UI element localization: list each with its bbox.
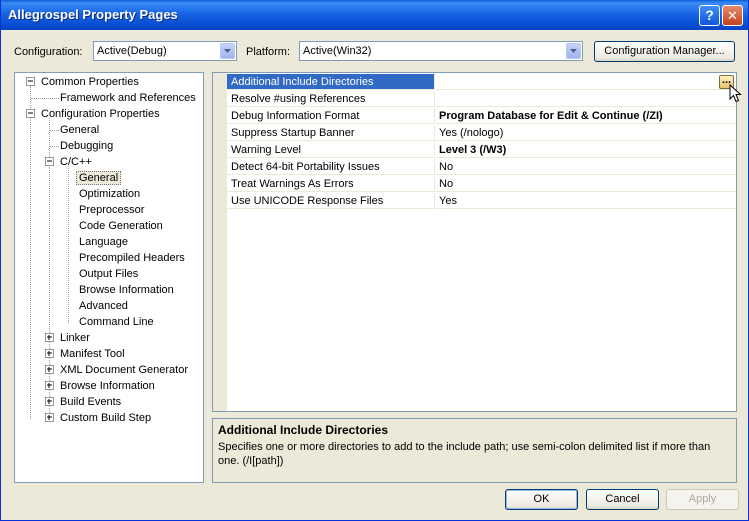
property-row-additional-include-directories[interactable]: Additional Include Directories	[227, 74, 736, 91]
tree-item-common-properties[interactable]: Common Properties	[39, 74, 141, 90]
description-title: Additional Include Directories	[218, 423, 389, 437]
property-name: Detect 64-bit Portability Issues	[227, 159, 435, 175]
property-row-treat-warnings-as-errors[interactable]: Treat Warnings As Errors No	[227, 176, 736, 193]
tree-item-browse-information-2[interactable]: Browse Information	[58, 378, 157, 394]
property-name: Treat Warnings As Errors	[227, 176, 435, 192]
chevron-down-icon[interactable]	[566, 43, 581, 59]
mouse-cursor-icon	[729, 84, 742, 103]
grid-margin	[213, 73, 227, 411]
window-title: Allegrospel Property Pages	[8, 7, 178, 22]
tree-item-build-events[interactable]: Build Events	[58, 394, 123, 410]
description-text: Specifies one or more directories to add…	[218, 441, 711, 467]
collapse-icon[interactable]	[26, 77, 35, 86]
platform-label: Platform:	[246, 46, 291, 58]
tree-item-configuration-properties[interactable]: Configuration Properties	[39, 106, 162, 122]
property-pages-window: Allegrospel Property Pages ? ✕ Configura…	[0, 0, 749, 521]
tree-item-code-generation[interactable]: Code Generation	[77, 218, 165, 234]
property-row-warning-level[interactable]: Warning Level Level 3 (/W3)	[227, 142, 736, 159]
expand-icon[interactable]	[45, 349, 54, 358]
property-tree[interactable]: Common Properties Framework and Referenc…	[14, 72, 204, 483]
description-panel: Additional Include Directories Specifies…	[212, 418, 737, 483]
property-value[interactable]	[436, 74, 736, 90]
collapse-icon[interactable]	[26, 109, 35, 118]
property-row-detect-64bit-portability[interactable]: Detect 64-bit Portability Issues No	[227, 159, 736, 176]
property-row-debug-information-format[interactable]: Debug Information Format Program Databas…	[227, 108, 736, 125]
tree-item-optimization[interactable]: Optimization	[77, 186, 142, 202]
expand-icon[interactable]	[45, 333, 54, 342]
configuration-value: Active(Debug)	[97, 45, 167, 57]
property-value[interactable]	[436, 91, 736, 107]
tree-item-command-line[interactable]: Command Line	[77, 314, 156, 330]
property-name: Resolve #using References	[227, 91, 435, 107]
tree-item-general[interactable]: General	[58, 122, 101, 138]
property-name: Warning Level	[227, 142, 435, 158]
tree-item-framework-references[interactable]: Framework and References	[58, 90, 198, 106]
tree-connector	[68, 166, 69, 323]
property-value[interactable]: Yes (/nologo)	[436, 125, 736, 141]
expand-icon[interactable]	[45, 381, 54, 390]
property-grid[interactable]: Additional Include Directories Resolve #…	[212, 72, 737, 412]
tree-item-xml-document-generator[interactable]: XML Document Generator	[58, 362, 190, 378]
apply-button[interactable]: Apply	[666, 489, 739, 510]
help-button[interactable]: ?	[699, 5, 720, 26]
property-row-suppress-startup-banner[interactable]: Suppress Startup Banner Yes (/nologo)	[227, 125, 736, 142]
tree-item-debugging[interactable]: Debugging	[58, 138, 115, 154]
tree-item-preprocessor[interactable]: Preprocessor	[77, 202, 146, 218]
expand-icon[interactable]	[45, 413, 54, 422]
tree-item-custom-build-step[interactable]: Custom Build Step	[58, 410, 153, 426]
property-value[interactable]: No	[436, 176, 736, 192]
tree-item-advanced[interactable]: Advanced	[77, 298, 130, 314]
property-name: Use UNICODE Response Files	[227, 193, 435, 209]
close-button[interactable]: ✕	[722, 5, 743, 26]
tree-connector	[31, 98, 59, 99]
property-name: Debug Information Format	[227, 108, 435, 124]
tree-item-cpp[interactable]: C/C++	[58, 154, 94, 170]
cancel-button[interactable]: Cancel	[586, 489, 659, 510]
tree-item-linker[interactable]: Linker	[58, 330, 92, 346]
configuration-dropdown[interactable]: Active(Debug)	[93, 41, 237, 61]
property-value[interactable]: Level 3 (/W3)	[436, 142, 736, 158]
tree-item-manifest-tool[interactable]: Manifest Tool	[58, 346, 127, 362]
tree-item-output-files[interactable]: Output Files	[77, 266, 140, 282]
property-name: Additional Include Directories	[227, 74, 435, 90]
tree-connector	[30, 114, 31, 419]
property-name: Suppress Startup Banner	[227, 125, 435, 141]
configuration-manager-button[interactable]: Configuration Manager...	[594, 41, 735, 62]
collapse-icon[interactable]	[45, 157, 54, 166]
tree-item-precompiled-headers[interactable]: Precompiled Headers	[77, 250, 187, 266]
property-value[interactable]: Program Database for Edit & Continue (/Z…	[436, 108, 736, 124]
property-row-resolve-using-references[interactable]: Resolve #using References	[227, 91, 736, 108]
title-bar[interactable]: Allegrospel Property Pages ? ✕	[1, 0, 748, 30]
configuration-label: Configuration:	[14, 46, 83, 58]
tree-item-cpp-general[interactable]: General	[76, 170, 122, 186]
chevron-down-icon[interactable]	[220, 43, 235, 59]
platform-value: Active(Win32)	[303, 45, 372, 57]
ok-button[interactable]: OK	[505, 489, 578, 510]
tree-item-language[interactable]: Language	[77, 234, 130, 250]
tree-item-browse-information[interactable]: Browse Information	[77, 282, 176, 298]
expand-icon[interactable]	[45, 397, 54, 406]
property-value[interactable]: Yes	[436, 193, 736, 209]
property-row-use-unicode-response-files[interactable]: Use UNICODE Response Files Yes	[227, 193, 736, 210]
property-value[interactable]: No	[436, 159, 736, 175]
expand-icon[interactable]	[45, 365, 54, 374]
platform-dropdown[interactable]: Active(Win32)	[299, 41, 583, 61]
